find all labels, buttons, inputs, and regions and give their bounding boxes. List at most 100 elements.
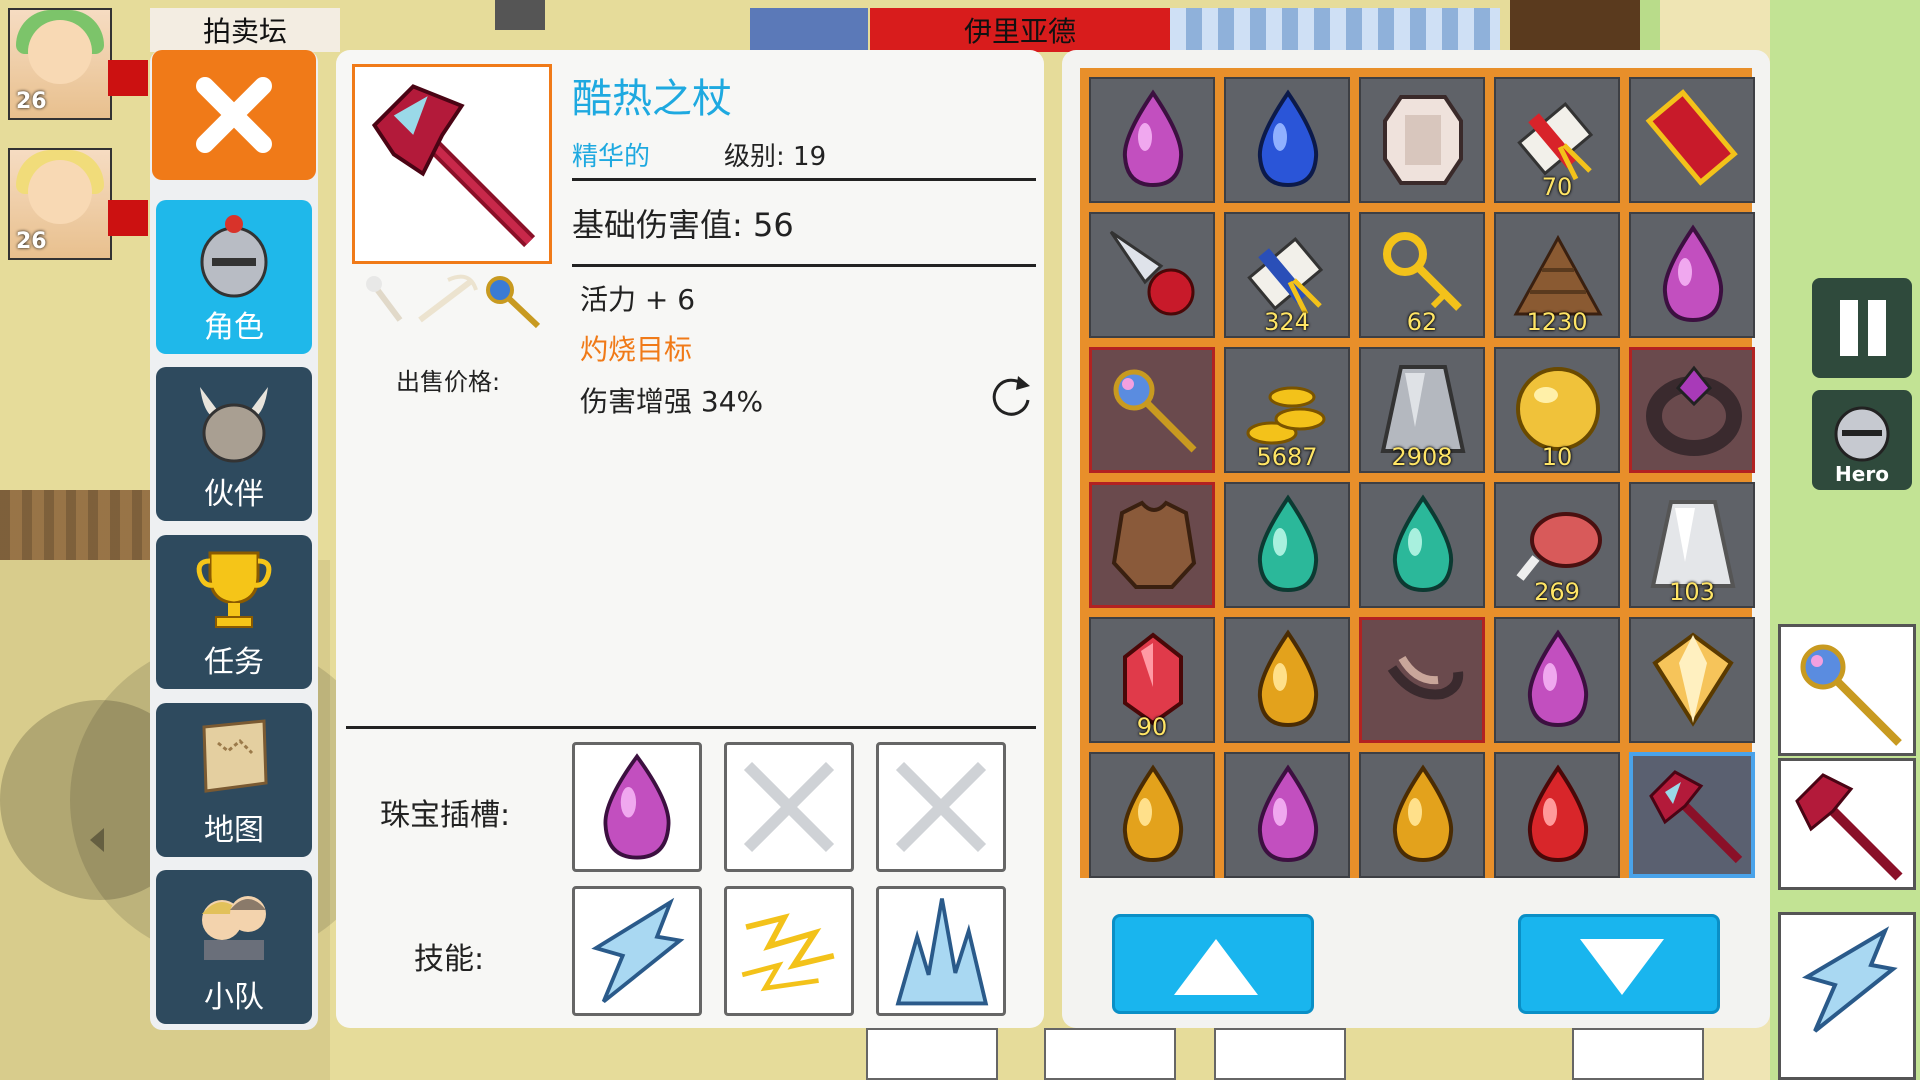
skill-slot-1[interactable] bbox=[572, 886, 702, 1016]
empty-socket-icon bbox=[895, 761, 987, 853]
red-ruby-icon bbox=[1645, 89, 1738, 186]
inventory-cell[interactable] bbox=[1494, 752, 1620, 878]
nav-item-character[interactable]: 角色 bbox=[156, 200, 312, 354]
pause-button[interactable] bbox=[1812, 278, 1912, 378]
inventory-cell[interactable] bbox=[1224, 752, 1350, 878]
divider bbox=[572, 264, 1036, 267]
arrow-down-icon bbox=[1580, 939, 1664, 995]
orb-staff-icon bbox=[1113, 369, 1197, 453]
party-hp-bar bbox=[108, 200, 148, 236]
gem-socket-2[interactable] bbox=[724, 742, 854, 872]
inventory-cell[interactable] bbox=[1629, 212, 1755, 338]
skill-bar-slot[interactable] bbox=[1044, 1028, 1176, 1080]
item-stat: 伤害增强 34% bbox=[580, 385, 764, 418]
avatar-face bbox=[28, 20, 92, 84]
gold-diamond-icon bbox=[1652, 632, 1734, 727]
inventory-cell[interactable]: 10 bbox=[1494, 347, 1620, 473]
item-count: 2908 bbox=[1391, 443, 1453, 471]
world-building bbox=[1510, 0, 1640, 52]
inventory-cell[interactable] bbox=[1224, 77, 1350, 203]
item-count: 5687 bbox=[1256, 443, 1318, 471]
inventory-cell[interactable] bbox=[1359, 482, 1485, 608]
item-quality: 精华的 bbox=[572, 142, 651, 172]
nav-label: 小队 bbox=[204, 980, 264, 1015]
inventory-cell[interactable] bbox=[1089, 212, 1215, 338]
inventory-cell[interactable] bbox=[1224, 482, 1350, 608]
page-down-button[interactable] bbox=[1518, 914, 1720, 1014]
inventory-cell[interactable] bbox=[1629, 752, 1755, 878]
arrow-up-icon bbox=[1174, 939, 1258, 995]
divider bbox=[572, 178, 1036, 181]
skill-bar-slot[interactable] bbox=[866, 1028, 998, 1080]
skill-bar-slot[interactable] bbox=[1214, 1028, 1346, 1080]
pause-icon bbox=[1840, 300, 1858, 356]
inventory-cell[interactable] bbox=[1629, 347, 1755, 473]
party-member-avatar[interactable]: 26 bbox=[8, 148, 112, 260]
teal-gem-icon bbox=[1392, 494, 1454, 593]
inventory-cell[interactable] bbox=[1494, 617, 1620, 743]
ice-spike-skill-icon bbox=[895, 898, 989, 1006]
hero-button[interactable]: Hero bbox=[1812, 390, 1912, 490]
item-stat-special: 灼烧目标 bbox=[580, 333, 693, 366]
socket-label: 珠宝插槽: bbox=[380, 798, 511, 833]
inventory-cell[interactable] bbox=[1629, 617, 1755, 743]
inventory-cell[interactable]: 103 bbox=[1629, 482, 1755, 608]
purple-gem-icon bbox=[1662, 224, 1724, 323]
refresh-icon[interactable] bbox=[988, 374, 1034, 420]
inventory-cell[interactable]: 70 bbox=[1494, 77, 1620, 203]
gem-socket-1[interactable] bbox=[572, 742, 702, 872]
inventory-cell[interactable]: 2908 bbox=[1359, 347, 1485, 473]
trophy-icon bbox=[196, 551, 272, 628]
nav-item-quests[interactable]: 任务 bbox=[156, 535, 312, 689]
inventory-cell[interactable] bbox=[1224, 617, 1350, 743]
inventory-cell[interactable] bbox=[1089, 77, 1215, 203]
dark-ring-icon bbox=[1646, 365, 1742, 456]
nav-item-team[interactable]: 小队 bbox=[156, 870, 312, 1024]
close-icon bbox=[196, 77, 272, 153]
skill-slot-2[interactable] bbox=[724, 886, 854, 1016]
inventory-cell[interactable] bbox=[1359, 617, 1485, 743]
equipped-offhand-slot[interactable] bbox=[1778, 758, 1916, 890]
party-member-level: 26 bbox=[16, 229, 47, 254]
inventory-cell[interactable]: 90 bbox=[1089, 617, 1215, 743]
faded-wand-icon bbox=[418, 274, 478, 323]
nav-item-map[interactable]: 地图 bbox=[156, 703, 312, 857]
inventory-cell[interactable] bbox=[1089, 482, 1215, 608]
gem-socket-3[interactable] bbox=[876, 742, 1006, 872]
avatar-face bbox=[28, 160, 92, 224]
inventory-cell[interactable] bbox=[1629, 77, 1755, 203]
horned-helmet-icon bbox=[200, 387, 268, 463]
item-count: 103 bbox=[1669, 578, 1715, 606]
item-count: 62 bbox=[1406, 308, 1438, 336]
item-count: 10 bbox=[1541, 443, 1573, 471]
inventory-grid: 70 324 62 1230 5687 2908 10 269 103 90 bbox=[1080, 68, 1755, 878]
nav-label: 角色 bbox=[204, 310, 264, 345]
equipped-skill-slot[interactable] bbox=[1778, 912, 1916, 1080]
forum-sign[interactable]: 拍卖坛 bbox=[150, 8, 340, 52]
nav-label: 伙伴 bbox=[204, 477, 264, 512]
inventory-cell[interactable] bbox=[1089, 752, 1215, 878]
inventory-cell[interactable] bbox=[1089, 347, 1215, 473]
skill-slot-3[interactable] bbox=[876, 886, 1006, 1016]
inventory-cell[interactable]: 5687 bbox=[1224, 347, 1350, 473]
page-up-button[interactable] bbox=[1112, 914, 1314, 1014]
item-count: 90 bbox=[1136, 713, 1168, 741]
skill-bar-slot[interactable] bbox=[1572, 1028, 1704, 1080]
purple-gem-icon bbox=[603, 753, 671, 860]
wizard-npc bbox=[750, 8, 868, 52]
equipped-weapon-slot[interactable] bbox=[1778, 624, 1916, 756]
blue-gem-icon bbox=[1257, 89, 1319, 188]
leather-armor-icon bbox=[1111, 500, 1197, 589]
inventory-cell[interactable] bbox=[1359, 77, 1485, 203]
item-name: 酷热之杖 bbox=[572, 76, 732, 122]
inventory-cell[interactable]: 324 bbox=[1224, 212, 1350, 338]
item-count: 1230 bbox=[1526, 308, 1588, 336]
nav-item-companion[interactable]: 伙伴 bbox=[156, 367, 312, 521]
inventory-cell[interactable] bbox=[1359, 752, 1485, 878]
party-member-avatar[interactable]: 26 bbox=[8, 8, 112, 120]
inventory-cell[interactable]: 62 bbox=[1359, 212, 1485, 338]
purple-gem-icon bbox=[1257, 764, 1319, 863]
inventory-cell[interactable]: 1230 bbox=[1494, 212, 1620, 338]
inventory-cell[interactable]: 269 bbox=[1494, 482, 1620, 608]
close-button[interactable] bbox=[152, 50, 316, 180]
